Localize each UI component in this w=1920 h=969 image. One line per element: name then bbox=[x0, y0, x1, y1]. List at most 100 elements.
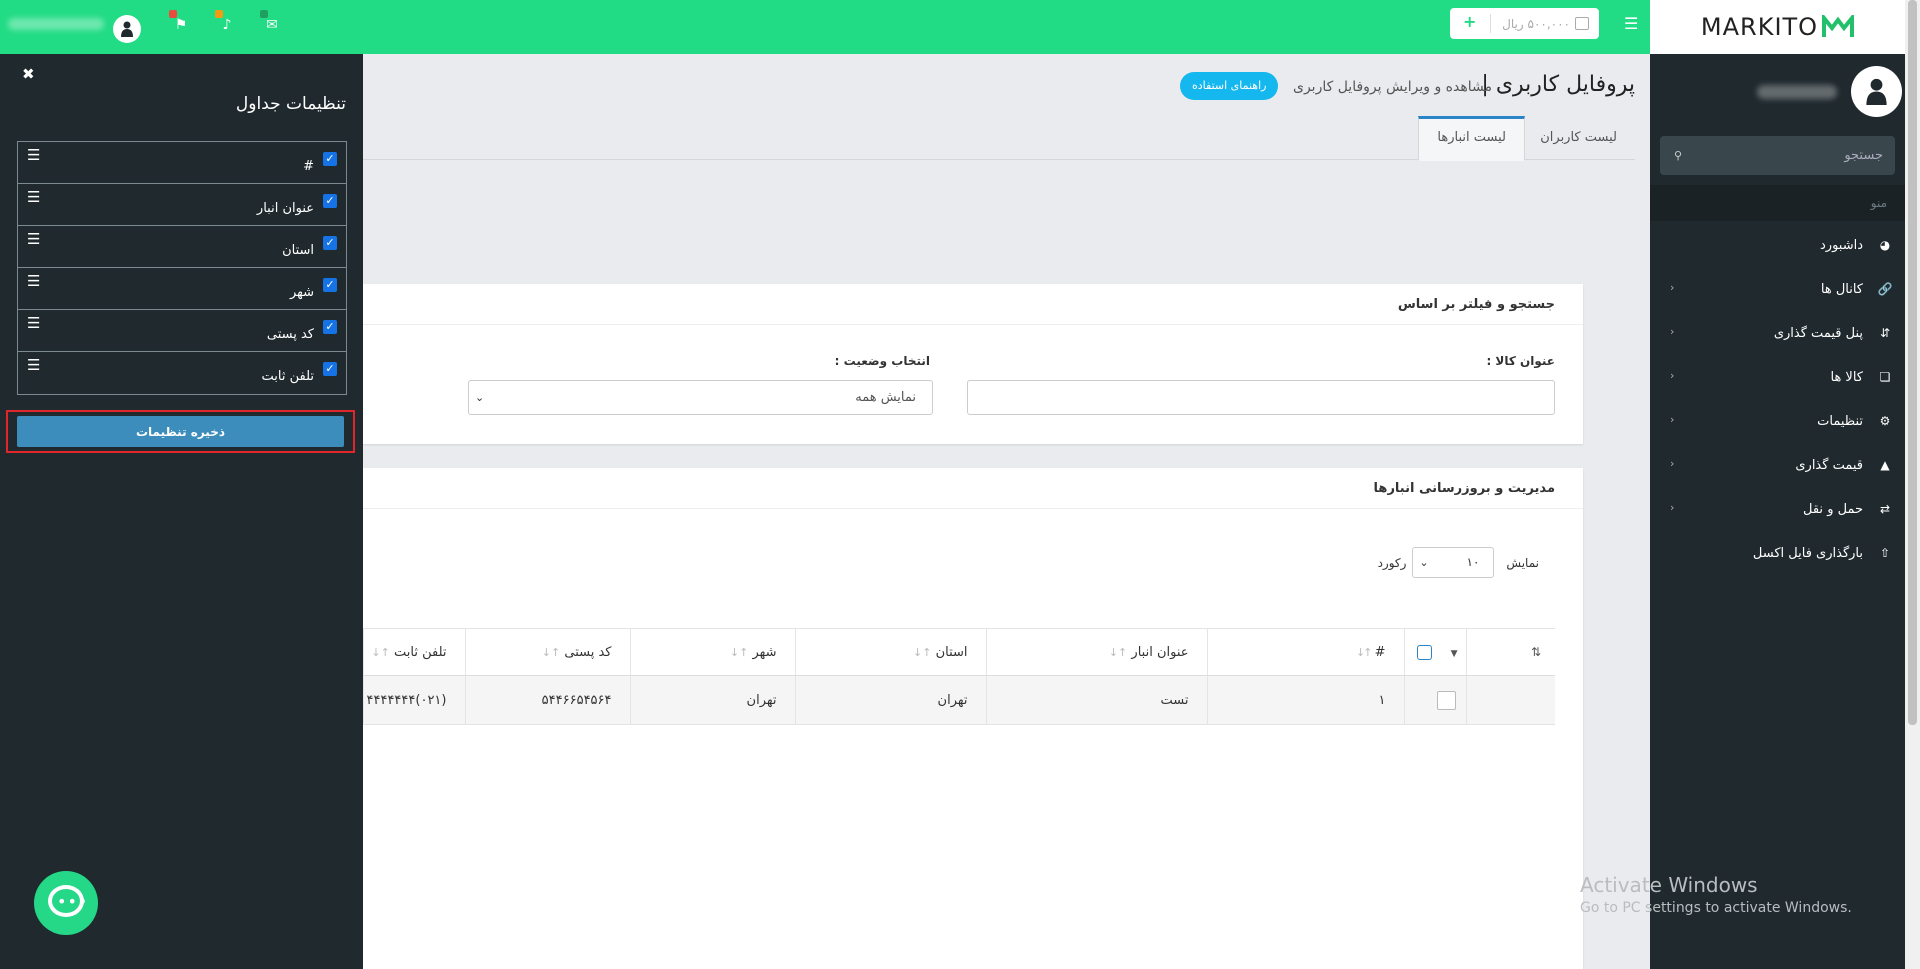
mail-badge bbox=[260, 10, 268, 18]
select-all-header: ▼ bbox=[1403, 628, 1466, 676]
top-navbar: ☰ ۵۰۰,۰۰۰ ریال + ✉ ♪ ⚑ bbox=[0, 0, 1650, 54]
drag-handle-icon[interactable]: ☰ bbox=[27, 356, 40, 374]
dashboard-icon: ◕ bbox=[1879, 238, 1891, 252]
column-setting-row[interactable]: ✓ # ☰ bbox=[18, 142, 346, 184]
chevron-left-icon: ‹ bbox=[1670, 325, 1675, 338]
column-header-postal-code[interactable]: کد پستی ↑↓ bbox=[464, 628, 630, 676]
area-chart-icon: ▲ bbox=[1880, 458, 1890, 472]
column-settings-list: ✓ # ☰ ✓ عنوان انبار ☰ ✓ استان ☰ ✓ شهر ☰ ✓ کد پستی… bbox=[17, 141, 347, 395]
page-size-control: نمایش ۱۰ ⌄ رکورد bbox=[1378, 547, 1539, 578]
sort-icon: ↑↓ bbox=[541, 645, 562, 659]
tab-users-list[interactable]: لیست کاربران bbox=[1522, 116, 1635, 161]
sidebar-item-label: کانال ها bbox=[1820, 281, 1863, 297]
column-setting-row[interactable]: ✓ استان ☰ bbox=[18, 226, 346, 268]
page-scrollbar[interactable] bbox=[1905, 0, 1920, 969]
user-icon bbox=[121, 21, 133, 37]
records-label: رکورد bbox=[1377, 555, 1407, 570]
drag-handle-icon[interactable]: ☰ bbox=[27, 146, 40, 164]
sort-icon: ⇅ bbox=[1530, 644, 1541, 659]
column-label: شهر bbox=[752, 644, 777, 660]
column-setting-row[interactable]: ✓ کد پستی ☰ bbox=[18, 310, 346, 352]
chevron-left-icon: ‹ bbox=[1670, 369, 1675, 382]
chevron-left-icon: ‹ bbox=[1670, 457, 1675, 470]
logo[interactable]: MARKITO bbox=[1650, 0, 1905, 54]
table-cell-city: تهران bbox=[629, 675, 795, 725]
column-header-phone[interactable]: تلفن ثابت ↑↓ bbox=[363, 628, 465, 676]
search-icon: ⚲ bbox=[1674, 149, 1683, 162]
sidebar-item-products[interactable]: ❏ کالا ها ‹ bbox=[1650, 355, 1905, 399]
warehouse-table-card: مدیریت و بروزرسانی انبارها نمایش ۱۰ ⌄ رک… bbox=[363, 468, 1583, 969]
tab-bar: لیست کاربران لیست انبارها bbox=[363, 116, 1635, 161]
select-all-checkbox[interactable] bbox=[1417, 644, 1433, 660]
tab-warehouses-list[interactable]: لیست انبارها bbox=[1418, 116, 1525, 161]
menu-toggle-icon[interactable]: ☰ bbox=[1624, 16, 1638, 32]
column-setting-row[interactable]: ✓ تلفن ثابت ☰ bbox=[18, 352, 346, 394]
sidebar-item-dashboard[interactable]: ◕ داشبورد bbox=[1650, 223, 1905, 267]
sidebar-search: ⚲ bbox=[1660, 136, 1895, 175]
sidebar-item-label: حمل و نقل bbox=[1803, 501, 1863, 517]
chat-widget-button[interactable]: ••• bbox=[34, 871, 98, 935]
caret-down-icon[interactable]: ▼ bbox=[1451, 649, 1458, 659]
column-visibility-header[interactable]: ⇅ bbox=[1465, 628, 1555, 676]
sidebar-item-label: داشبورد bbox=[1820, 237, 1863, 253]
page-size-select[interactable]: ۱۰ ⌄ bbox=[1412, 547, 1495, 578]
sidebar-item-excel-upload[interactable]: ⇧ بارگذاری فایل اکسل bbox=[1650, 531, 1905, 575]
chevron-left-icon: ‹ bbox=[1670, 413, 1675, 426]
avatar[interactable] bbox=[1851, 66, 1902, 117]
windows-watermark-subtitle: Go to PC settings to activate Windows. bbox=[1580, 900, 1852, 916]
windows-watermark-title: Activate Windows bbox=[1580, 873, 1758, 897]
exchange-icon: ⇄ bbox=[1879, 502, 1891, 516]
wallet-widget[interactable]: ۵۰۰,۰۰۰ ریال + bbox=[1450, 8, 1599, 39]
table-card-title: مدیریت و بروزرسانی انبارها bbox=[1373, 481, 1555, 496]
profile-name-blurred bbox=[1757, 85, 1837, 99]
column-setting-row[interactable]: ✓ شهر ☰ bbox=[18, 268, 346, 310]
cubes-icon: ❏ bbox=[1879, 370, 1891, 384]
column-checkbox[interactable]: ✓ bbox=[323, 236, 337, 250]
drag-handle-icon[interactable]: ☰ bbox=[27, 188, 40, 206]
scrollbar-thumb[interactable] bbox=[1908, 0, 1917, 725]
column-checkbox[interactable]: ✓ bbox=[323, 362, 337, 376]
column-label: # bbox=[1374, 644, 1386, 660]
sidebar-profile bbox=[1650, 54, 1905, 136]
sort-icon: ↑↓ bbox=[729, 645, 750, 659]
bell-icon[interactable]: ♪ bbox=[215, 10, 237, 37]
column-header-number[interactable]: # ↑↓ bbox=[1206, 628, 1404, 676]
mail-icon[interactable]: ✉ bbox=[260, 10, 282, 37]
sort-icon: ↑↓ bbox=[1108, 645, 1129, 659]
column-checkbox[interactable]: ✓ bbox=[323, 320, 337, 334]
sidebar-item-pricing-panel[interactable]: ⇵ پنل قیمت گذاری ‹ bbox=[1650, 311, 1905, 355]
drag-handle-icon[interactable]: ☰ bbox=[27, 230, 40, 248]
table-row[interactable]: ۱ تست تهران تهران ۵۴۴۶۶۵۴۵۶۴ (۰۲۱)۴۴۴۴۴۴… bbox=[363, 675, 1555, 725]
right-sidebar: MARKITO ⚲ منو ◕ داشبورد 🔗 کانال ها ‹ ⇵ پنل ق… bbox=[1650, 0, 1905, 969]
row-checkbox[interactable] bbox=[1436, 690, 1456, 710]
divider bbox=[363, 508, 1583, 509]
add-credit-icon[interactable]: + bbox=[1463, 12, 1476, 31]
column-checkbox[interactable]: ✓ bbox=[323, 278, 337, 292]
user-avatar[interactable] bbox=[113, 15, 141, 43]
save-settings-button[interactable]: ذخیره تنظیمات bbox=[17, 416, 344, 447]
column-header-province[interactable]: استان ↑↓ bbox=[794, 628, 986, 676]
drag-handle-icon[interactable]: ☰ bbox=[27, 314, 40, 332]
close-icon[interactable]: ✖ bbox=[22, 65, 35, 83]
product-title-input[interactable] bbox=[967, 380, 1555, 415]
column-checkbox[interactable]: ✓ bbox=[323, 194, 337, 208]
column-header-city[interactable]: شهر ↑↓ bbox=[629, 628, 795, 676]
sidebar-item-pricing[interactable]: ▲ قیمت گذاری ‹ bbox=[1650, 443, 1905, 487]
column-checkbox[interactable]: ✓ bbox=[323, 152, 337, 166]
column-header-warehouse-title[interactable]: عنوان انبار ↑↓ bbox=[985, 628, 1207, 676]
sidebar-item-label: قیمت گذاری bbox=[1795, 457, 1863, 473]
divider bbox=[1490, 14, 1491, 33]
status-select[interactable]: نمایش همه ⌄ bbox=[468, 380, 933, 415]
guide-button[interactable]: راهنمای استفاده bbox=[1180, 72, 1279, 100]
sidebar-item-settings[interactable]: ⚙ تنظیمات ‹ bbox=[1650, 399, 1905, 443]
sidebar-item-shipping[interactable]: ⇄ حمل و نقل ‹ bbox=[1650, 487, 1905, 531]
drag-handle-icon[interactable]: ☰ bbox=[27, 272, 40, 290]
sidebar-item-channels[interactable]: 🔗 کانال ها ‹ bbox=[1650, 267, 1905, 311]
column-setting-row[interactable]: ✓ عنوان انبار ☰ bbox=[18, 184, 346, 226]
sort-icon: ⇵ bbox=[1879, 326, 1891, 340]
search-input[interactable] bbox=[1660, 136, 1895, 175]
page-subtitle: مشاهده و ویرایش پروفایل کاربری bbox=[1292, 79, 1492, 95]
flag-icon[interactable]: ⚑ bbox=[169, 10, 191, 37]
sort-icon: ↑↓ bbox=[912, 645, 933, 659]
wallet-amount: ۵۰۰,۰۰۰ ریال bbox=[1502, 17, 1599, 31]
